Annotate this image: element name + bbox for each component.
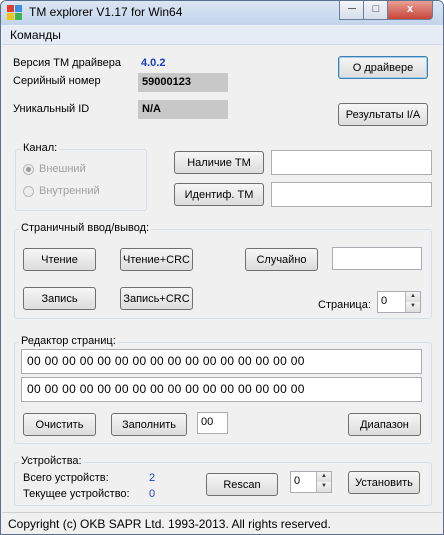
menu-commands[interactable]: Команды (10, 28, 61, 42)
fill-value-field[interactable]: 00 (197, 412, 228, 434)
presence-tm-field[interactable] (271, 150, 432, 175)
driver-version-value: 4.0.2 (141, 57, 166, 69)
range-button[interactable]: Диапазон (348, 413, 421, 436)
write-crc-button[interactable]: Запись+CRC (120, 287, 193, 310)
write-button[interactable]: Запись (23, 287, 96, 310)
devices-group-title: Устройства: (19, 455, 84, 467)
read-crc-button[interactable]: Чтение+CRC (120, 248, 193, 271)
status-bar: Copyright (c) OKB SAPR Ltd. 1993-2013. A… (2, 512, 442, 534)
device-spin-up-icon[interactable]: ▲ (316, 472, 331, 482)
rescan-button[interactable]: Rescan (206, 473, 278, 496)
set-device-button[interactable]: Установить (348, 471, 420, 494)
random-field[interactable] (332, 247, 422, 270)
unique-id-label: Уникальный ID (13, 103, 90, 115)
presence-tm-button[interactable]: Наличие ТМ (174, 151, 264, 174)
current-device-value: 0 (149, 488, 156, 500)
read-button[interactable]: Чтение (23, 248, 96, 271)
close-button[interactable]: x (387, 1, 433, 20)
device-spinner-value: 0 (294, 475, 301, 487)
device-spinner[interactable]: 0 ▲ ▼ (290, 471, 332, 493)
app-window: TM explorer V1.17 for Win64 ─ □ x Команд… (0, 0, 444, 535)
radio-internal-label: Внутренний (39, 185, 100, 197)
hex-line-1[interactable]: 00 00 00 00 00 00 00 00 00 00 00 00 00 0… (21, 349, 422, 374)
radio-external[interactable] (23, 164, 34, 175)
channel-group-title: Канал: (21, 142, 60, 154)
total-devices-value: 2 (149, 472, 156, 484)
unique-id-value: N/A (138, 100, 228, 119)
minimize-button[interactable]: ─ (339, 1, 365, 20)
results-ia-button[interactable]: Результаты I/A (338, 103, 428, 126)
spin-up-icon[interactable]: ▲ (405, 292, 420, 302)
random-button[interactable]: Случайно (245, 248, 318, 271)
serial-label: Серийный номер (13, 75, 101, 87)
title-bar[interactable]: TM explorer V1.17 for Win64 ─ □ x (1, 1, 443, 25)
menu-bar: Команды (2, 26, 442, 45)
identify-tm-button[interactable]: Идентиф. ТМ (174, 183, 264, 206)
serial-value: 59000123 (138, 73, 228, 92)
page-editor-group-title: Редактор страниц: (19, 335, 118, 347)
current-device-label: Текущее устройство: (23, 488, 130, 500)
clear-button[interactable]: Очистить (23, 413, 96, 436)
total-devices-label: Всего устройств: (23, 472, 109, 484)
hex-line-2[interactable]: 00 00 00 00 00 00 00 00 00 00 00 00 00 0… (21, 377, 422, 402)
device-spin-down-icon[interactable]: ▼ (316, 482, 331, 492)
page-io-group-title: Страничный ввод/вывод: (19, 222, 152, 234)
page-spinner[interactable]: 0 ▲ ▼ (377, 291, 421, 313)
app-icon (7, 5, 23, 21)
maximize-button[interactable]: □ (363, 1, 389, 20)
driver-version-label: Версия TM драйвера (13, 57, 122, 69)
page-label: Страница: (318, 299, 371, 311)
spin-down-icon[interactable]: ▼ (405, 302, 420, 312)
window-title: TM explorer V1.17 for Win64 (29, 5, 183, 19)
channel-group (15, 149, 147, 211)
fill-button[interactable]: Заполнить (111, 413, 187, 436)
page-spinner-value: 0 (381, 295, 388, 307)
copyright-text: Copyright (c) OKB SAPR Ltd. 1993-2013. A… (8, 517, 331, 531)
radio-internal[interactable] (23, 186, 34, 197)
about-driver-button[interactable]: О драйвере (338, 56, 428, 79)
identify-tm-field[interactable] (271, 182, 432, 207)
radio-external-label: Внешний (39, 163, 86, 175)
